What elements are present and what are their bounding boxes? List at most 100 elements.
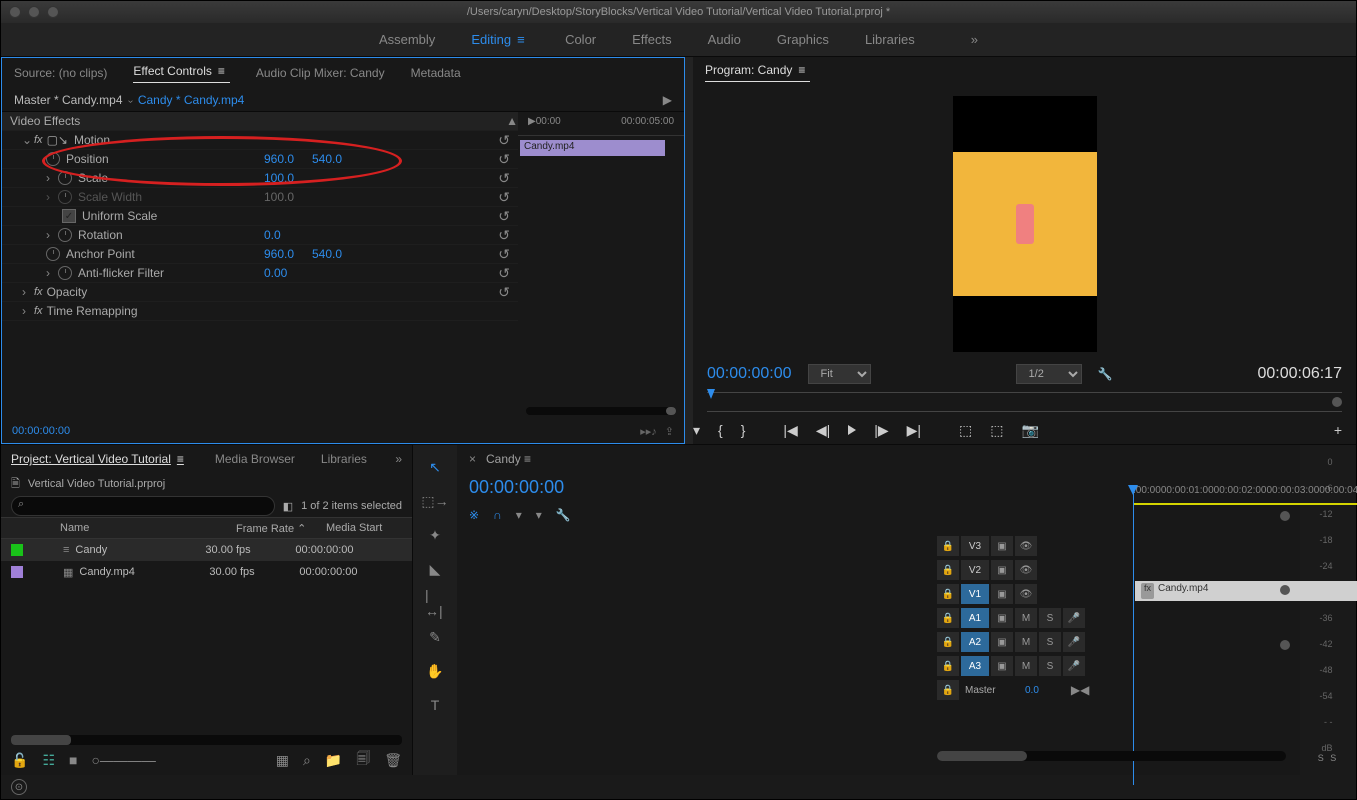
reset-icon[interactable]: ↺: [498, 208, 510, 225]
mute-button[interactable]: M: [1015, 632, 1037, 652]
find-icon[interactable]: ⌕: [303, 752, 311, 769]
tab-effect-controls[interactable]: Effect Controls: [133, 64, 229, 83]
new-bin-icon[interactable]: 📁: [325, 752, 342, 769]
program-monitor-viewport[interactable]: [693, 87, 1356, 360]
track-height-handle-icon[interactable]: [1280, 640, 1290, 650]
mute-button[interactable]: M: [1015, 608, 1037, 628]
new-item-icon[interactable]: 🗐: [356, 748, 370, 772]
timeline-scrollbar[interactable]: [937, 751, 1286, 761]
property-scale[interactable]: ›Scale100.0↺: [2, 169, 518, 188]
razor-tool-icon[interactable]: ◣: [425, 559, 445, 579]
out-point-icon[interactable]: }: [741, 422, 746, 438]
solo-indicators[interactable]: S S: [1318, 753, 1339, 763]
lock-icon[interactable]: 🔒: [937, 680, 959, 700]
freeform-icon[interactable]: ▦: [276, 752, 289, 769]
export-icon[interactable]: ⇪: [665, 425, 674, 438]
tab-metadata[interactable]: Metadata: [411, 66, 461, 80]
in-point-icon[interactable]: {: [718, 422, 723, 438]
extract-icon[interactable]: ⬚: [990, 422, 1003, 439]
slip-tool-icon[interactable]: |↔|: [425, 593, 445, 613]
work-area-bar[interactable]: [1133, 503, 1357, 505]
lock-icon[interactable]: 🔒: [937, 608, 959, 628]
mute-button[interactable]: M: [1015, 656, 1037, 676]
ripple-tool-icon[interactable]: ✦: [425, 525, 445, 545]
lock-icon[interactable]: 🔒: [937, 656, 959, 676]
chevron-down-icon[interactable]: [129, 93, 132, 107]
workspace-overflow[interactable]: »: [971, 32, 978, 47]
tab-media-browser[interactable]: Media Browser: [215, 452, 295, 466]
step-back-icon[interactable]: ◀|: [816, 422, 830, 439]
panel-menu-icon[interactable]: [517, 32, 529, 47]
search-input[interactable]: [11, 496, 275, 516]
reset-icon[interactable]: ↺: [498, 132, 510, 149]
lock-icon[interactable]: 🔒: [937, 560, 959, 580]
stopwatch-icon[interactable]: [46, 152, 60, 166]
track-v3[interactable]: 🔒V3▣👁: [937, 535, 1089, 557]
project-scrollbar[interactable]: [11, 735, 402, 745]
track-a1[interactable]: 🔒A1▣MS🎤: [937, 607, 1089, 629]
label-swatch[interactable]: [11, 544, 23, 556]
effect-mini-timeline[interactable]: ▶00:0000:00:05:00 Candy.mp4: [518, 112, 684, 419]
export-frame-icon[interactable]: 📷: [1022, 422, 1039, 439]
tab-libraries[interactable]: Libraries: [321, 452, 367, 466]
marker-icon[interactable]: ▾: [516, 508, 522, 522]
track-a3[interactable]: 🔒A3▣MS🎤: [937, 655, 1089, 677]
track-v2[interactable]: 🔒V2▣👁: [937, 559, 1089, 581]
zoom-select[interactable]: Fit: [808, 364, 871, 384]
reset-icon[interactable]: ↺: [498, 189, 510, 206]
icon-view-icon[interactable]: ■: [69, 752, 77, 768]
voice-record-icon[interactable]: 🎤: [1063, 608, 1085, 628]
project-row-clip[interactable]: ▦Candy.mp430.00 fps00:00:00:00: [1, 561, 412, 583]
panel-menu-icon[interactable]: [798, 63, 810, 77]
voice-record-icon[interactable]: 🎤: [1063, 656, 1085, 676]
property-anchor-point[interactable]: Anchor Point960.0540.0↺: [2, 245, 518, 264]
scale-value[interactable]: 100.0: [264, 171, 294, 185]
eye-icon[interactable]: 👁: [1015, 560, 1037, 580]
timeline-playhead[interactable]: [1133, 485, 1134, 785]
checkbox-checked-icon[interactable]: ✓: [62, 209, 76, 223]
linked-selection-icon[interactable]: ∩: [493, 508, 502, 522]
lift-icon[interactable]: ⬚: [959, 422, 972, 439]
track-select-tool-icon[interactable]: ⬚→: [425, 491, 445, 511]
close-tab-icon[interactable]: ×: [469, 452, 476, 466]
master-gain[interactable]: 0.0: [1025, 685, 1039, 696]
creative-cloud-icon[interactable]: ⊙: [11, 779, 27, 795]
list-view-icon[interactable]: ☷: [42, 752, 55, 769]
track-master[interactable]: 🔒Master0.0▶◀: [937, 679, 1089, 701]
hand-tool-icon[interactable]: ✋: [425, 661, 445, 681]
position-x[interactable]: 960.0: [264, 152, 294, 166]
overflow-icon[interactable]: »: [395, 452, 402, 466]
toggle-output-icon[interactable]: ▣: [991, 536, 1013, 556]
track-a2[interactable]: 🔒A2▣MS🎤: [937, 631, 1089, 653]
toggle-output-icon[interactable]: ▣: [991, 584, 1013, 604]
panel-menu-icon[interactable]: [524, 452, 536, 466]
panel-menu-icon[interactable]: [177, 452, 189, 466]
stopwatch-icon[interactable]: [46, 247, 60, 261]
property-antiflicker[interactable]: ›Anti-flicker Filter0.00↺: [2, 264, 518, 283]
effect-time-remapping[interactable]: ›fxTime Remapping: [2, 302, 518, 321]
tab-source[interactable]: Source: (no clips): [14, 66, 107, 80]
snap-icon[interactable]: ※: [469, 508, 479, 522]
tab-audio-mixer[interactable]: Audio Clip Mixer: Candy: [256, 66, 385, 80]
expand-icon[interactable]: ▶◀: [1071, 683, 1089, 697]
reset-icon[interactable]: ↺: [498, 151, 510, 168]
selection-tool-icon[interactable]: ↖: [425, 457, 445, 477]
pen-tool-icon[interactable]: ✎: [425, 627, 445, 647]
reset-icon[interactable]: ↺: [498, 284, 510, 301]
workspace-graphics[interactable]: Graphics: [777, 32, 829, 47]
reset-icon[interactable]: ↺: [498, 246, 510, 263]
position-y[interactable]: 540.0: [312, 152, 342, 166]
toggle-icon[interactable]: ▸▸♪: [640, 425, 657, 438]
lock-icon[interactable]: 🔒: [937, 536, 959, 556]
project-row-sequence[interactable]: ≡Candy30.00 fps00:00:00:00: [1, 539, 412, 561]
go-to-out-icon[interactable]: ▶|: [907, 422, 921, 439]
effect-motion[interactable]: ⌄fx▢↘Motion↺: [2, 131, 518, 150]
zoom-handle-icon[interactable]: [1280, 511, 1290, 521]
reset-icon[interactable]: ↺: [498, 170, 510, 187]
toggle-output-icon[interactable]: ▣: [991, 560, 1013, 580]
master-clip-label[interactable]: Master * Candy.mp4: [14, 93, 123, 107]
mini-scrollbar[interactable]: [526, 407, 676, 415]
stopwatch-icon[interactable]: [58, 228, 72, 242]
tab-project[interactable]: Project: Vertical Video Tutorial: [11, 452, 189, 466]
solo-button[interactable]: S: [1039, 608, 1061, 628]
